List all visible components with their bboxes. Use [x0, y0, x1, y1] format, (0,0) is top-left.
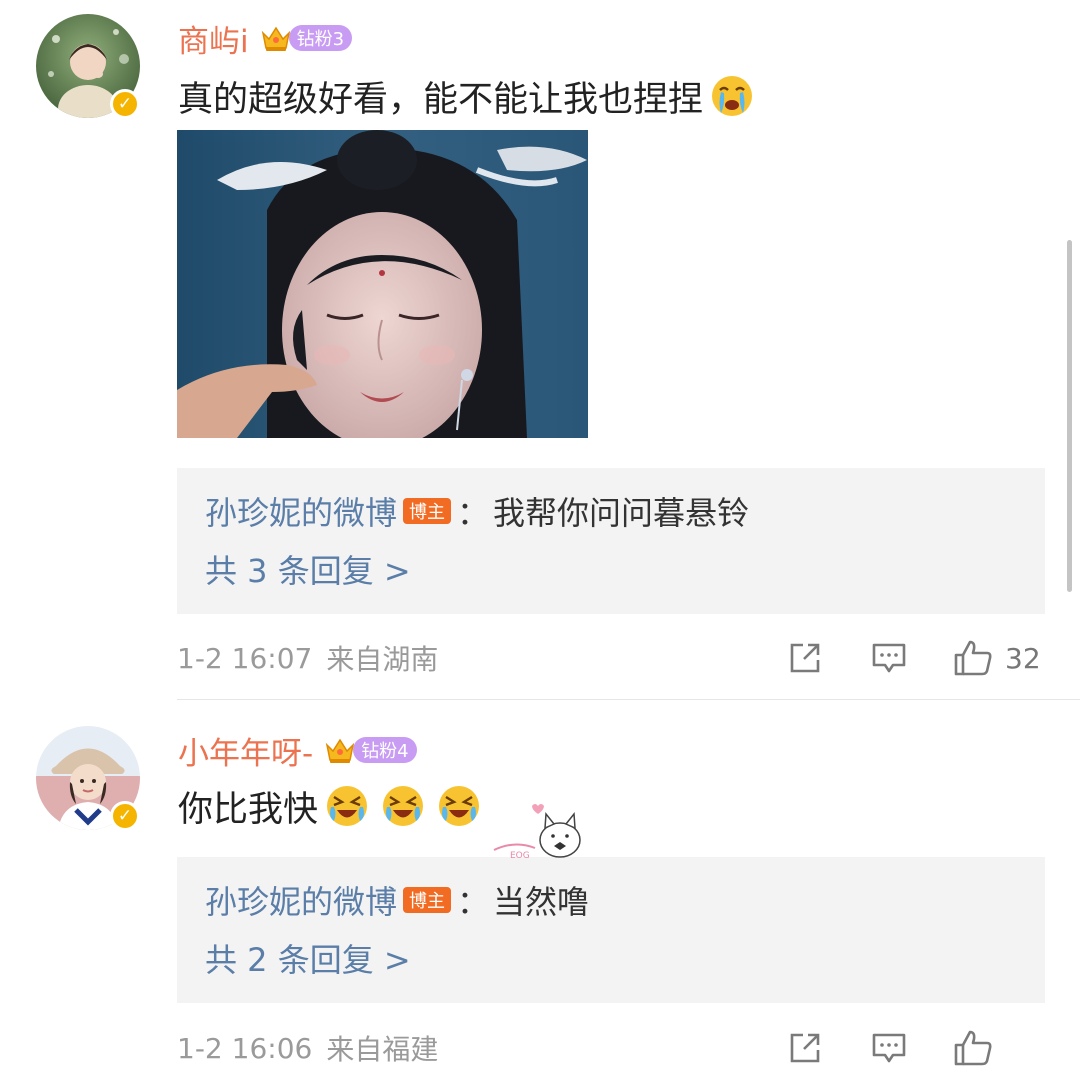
forward-button[interactable]	[787, 1026, 823, 1070]
comment-time: 1-2 16:06	[177, 1031, 313, 1065]
scrollbar[interactable]	[1067, 240, 1072, 592]
fan-badge[interactable]: 钻粉3	[259, 21, 353, 55]
more-replies-link[interactable]: 共 2 条回复 >	[205, 937, 411, 983]
reply-author-link[interactable]: 孙珍妮的微博	[205, 877, 397, 923]
crying-face-icon	[712, 76, 753, 116]
forward-button[interactable]	[787, 636, 823, 680]
like-button[interactable]	[953, 1026, 1005, 1070]
verified-badge-icon: ✓	[110, 89, 140, 119]
host-badge: 博主	[403, 498, 452, 524]
sticker-text: EOG	[510, 851, 530, 860]
fan-level-pill: 钻粉3	[288, 25, 353, 51]
more-replies-link[interactable]: 共 3 条回复 >	[205, 548, 411, 594]
like-count: 32	[1005, 641, 1041, 675]
comment-time: 1-2 16:07	[177, 641, 313, 675]
username[interactable]: 商屿i	[178, 16, 249, 61]
comment-image[interactable]	[177, 130, 588, 438]
forward-icon	[790, 643, 820, 673]
weibo-comment-page: ✓ 商屿i 钻粉3 真的超级好看，能不能让我也捏捏 孙珍妮的微博 博主 ： 我帮…	[0, 0, 1080, 1088]
thumbs-up-icon	[954, 640, 992, 676]
reply-preview[interactable]: 孙珍妮的微博 博主 ： 我帮你问问暮悬铃 共 3 条回复 >	[177, 468, 1045, 614]
comment-text-content: 你比我快	[178, 789, 319, 830]
comment-button[interactable]	[871, 636, 907, 680]
comment-meta: 1-2 16:06 来自福建	[177, 1026, 1045, 1070]
username-row: 小年年呀- 钻粉4	[178, 728, 417, 772]
cat-sticker-icon: EOG	[493, 804, 581, 860]
comment-icon	[872, 1033, 906, 1063]
crown-icon	[261, 26, 290, 51]
like-button[interactable]: 32	[953, 636, 1041, 680]
comment-text: 真的超级好看，能不能让我也捏捏	[178, 70, 755, 122]
reply-content: 当然噜	[493, 883, 590, 921]
laughing-crying-face-icon	[327, 786, 368, 826]
reply-line: 孙珍妮的微博 博主 ： 我帮你问问暮悬铃	[205, 488, 749, 534]
crown-icon	[325, 738, 355, 763]
reply-line: 孙珍妮的微博 博主 ： 当然噜	[205, 877, 589, 923]
comment-source: 来自福建	[326, 1033, 439, 1066]
reply-colon: ：	[457, 494, 490, 532]
username-row: 商屿i 钻粉3	[178, 16, 353, 61]
verified-badge-icon: ✓	[110, 801, 140, 831]
forward-icon	[790, 1033, 820, 1063]
host-badge: 博主	[403, 887, 452, 913]
comment-source: 来自湖南	[326, 643, 439, 676]
comment-icon	[872, 643, 906, 673]
fan-badge[interactable]: 钻粉4	[323, 733, 417, 767]
thumbs-up-icon	[954, 1030, 992, 1066]
comment-text: 你比我快	[178, 780, 482, 832]
comment-button[interactable]	[871, 1026, 907, 1070]
comment-text-content: 真的超级好看，能不能让我也捏捏	[178, 79, 704, 120]
laughing-crying-face-icon	[383, 786, 424, 826]
reply-content: 我帮你问问暮悬铃	[493, 494, 750, 532]
reply-preview[interactable]: 孙珍妮的微博 博主 ： 当然噜 共 2 条回复 >	[177, 857, 1045, 1003]
comment-item: ✓ 商屿i 钻粉3 真的超级好看，能不能让我也捏捏 孙珍妮的微博 博主 ： 我帮…	[0, 0, 1080, 700]
comment-item: ✓ 小年年呀- 钻粉4 你比我快 孙珍妮的微博 博主 ： 当然噜 共 2 条回复…	[0, 700, 1080, 1088]
reply-colon: ：	[457, 883, 490, 921]
username[interactable]: 小年年呀-	[178, 728, 313, 773]
laughing-crying-face-icon	[439, 786, 480, 826]
comment-meta: 1-2 16:07 来自湖南 32	[177, 636, 1045, 680]
fan-level-pill: 钻粉4	[353, 737, 417, 763]
reply-author-link[interactable]: 孙珍妮的微博	[205, 488, 397, 534]
